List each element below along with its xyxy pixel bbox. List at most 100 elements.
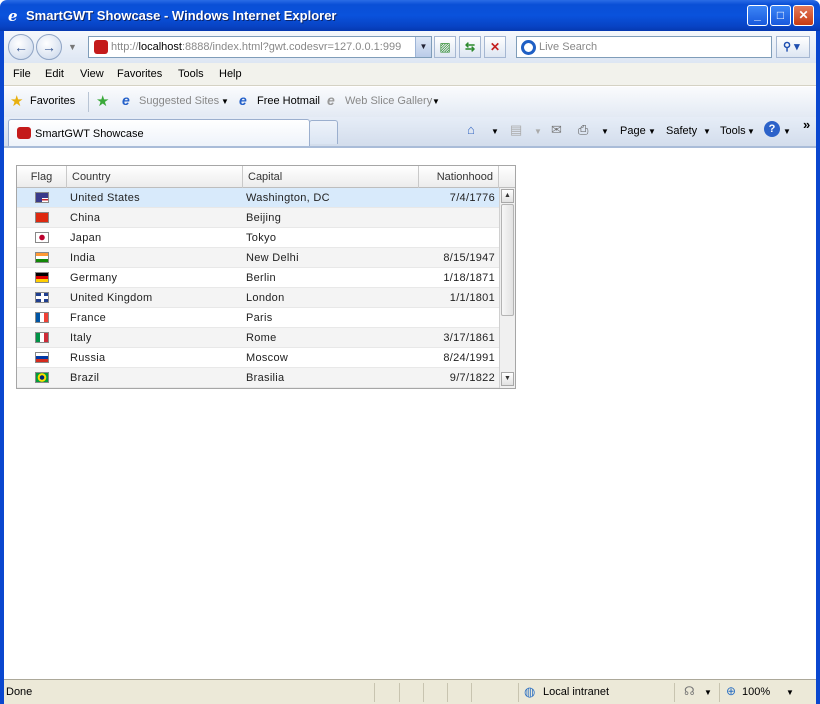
address-dropdown-icon[interactable]: ▼ (415, 37, 431, 57)
flag-de-icon (35, 272, 49, 283)
zoom-level[interactable]: 100% (742, 686, 770, 698)
flag-jp-icon (35, 232, 49, 243)
add-favorites-icon[interactable]: ★ (96, 92, 109, 110)
stop-button[interactable]: ✕ (484, 36, 506, 58)
table-row[interactable]: China Beijing (17, 208, 499, 228)
menu-help[interactable]: Help (219, 68, 242, 80)
page-menu[interactable]: Page (620, 125, 646, 137)
nationhood-cell: 8/15/1947 (443, 252, 495, 264)
print-dropdown-icon[interactable]: ▼ (601, 127, 609, 136)
window-title: SmartGWT Showcase - Windows Internet Exp… (26, 8, 337, 23)
scroll-up-arrow-icon[interactable]: ▲ (501, 189, 514, 203)
table-row[interactable]: France Paris (17, 308, 499, 328)
status-text: Done (6, 686, 33, 698)
country-cell: Germany (70, 272, 118, 284)
flag-cell (17, 328, 67, 348)
address-url: http://localhost:8888/index.html?gwt.cod… (111, 41, 402, 53)
ie-logo-icon: e (8, 7, 18, 23)
maximize-button[interactable]: □ (770, 5, 791, 26)
suggested-sites-link[interactable]: Suggested Sites (139, 95, 219, 107)
web-slice-dropdown-icon[interactable]: ▼ (432, 97, 440, 106)
flag-br-icon (35, 372, 49, 383)
table-row[interactable]: United Kingdom London 1/1/1801 (17, 288, 499, 308)
forward-button[interactable]: → (36, 34, 62, 60)
close-button[interactable]: ✕ (793, 5, 814, 26)
print-icon[interactable]: ⎙ (578, 122, 588, 138)
search-field[interactable]: Live Search (516, 36, 772, 58)
tab-smartgwt-showcase[interactable]: SmartGWT Showcase (8, 119, 310, 146)
menu-view[interactable]: View (80, 68, 104, 80)
svg-text:e: e (8, 7, 18, 23)
new-tab-button[interactable] (309, 120, 338, 144)
nationhood-cell: 3/17/1861 (443, 332, 495, 344)
table-row[interactable]: Brazil Brasilia 9/7/1822 (17, 368, 499, 388)
address-toolbar: ← → ▼ http://localhost:8888/index.html?g… (4, 31, 816, 63)
table-row[interactable]: Russia Moscow 8/24/1991 (17, 348, 499, 368)
flag-cell (17, 268, 67, 288)
safety-menu[interactable]: Safety (666, 125, 697, 137)
country-cell: Brazil (70, 372, 100, 384)
compatibility-view-icon: ▨ (439, 40, 451, 54)
table-row[interactable]: Germany Berlin 1/18/1871 (17, 268, 499, 288)
grid-vertical-scrollbar[interactable]: ▲ ▼ (499, 188, 515, 388)
content-border (4, 146, 816, 148)
web-slice-gallery-link[interactable]: Web Slice Gallery (345, 95, 432, 107)
separator (88, 92, 89, 112)
protected-mode-icon[interactable]: ☊ (684, 684, 695, 698)
minimize-button[interactable]: _ (747, 5, 768, 26)
feeds-dropdown-icon[interactable]: ▼ (534, 127, 542, 136)
table-row[interactable]: India New Delhi 8/15/1947 (17, 248, 499, 268)
flag-gb-icon (35, 292, 49, 303)
favorites-bar: ★ Favorites ★ e Suggested Sites ▼ e Free… (4, 87, 816, 117)
scroll-down-arrow-icon[interactable]: ▼ (501, 372, 514, 386)
protected-mode-dropdown-icon[interactable]: ▼ (704, 688, 712, 697)
tools-menu[interactable]: Tools (720, 125, 746, 137)
feeds-icon[interactable]: ▤ (510, 122, 522, 138)
status-divider (399, 683, 400, 702)
security-zone[interactable]: Local intranet (543, 686, 609, 698)
column-header-capital[interactable]: Capital (243, 166, 419, 188)
toolbar-chevron[interactable]: » (803, 117, 810, 132)
flag-cell (17, 308, 67, 328)
table-row[interactable]: Japan Tokyo (17, 228, 499, 248)
home-icon[interactable]: ⌂ (467, 122, 475, 137)
live-search-icon (521, 40, 536, 55)
flag-cell (17, 288, 67, 308)
flag-cell (17, 348, 67, 368)
country-cell: Russia (70, 352, 106, 364)
menu-favorites[interactable]: Favorites (117, 68, 162, 80)
column-header-nationhood[interactable]: Nationhood (419, 166, 499, 188)
zoom-dropdown-icon[interactable]: ▼ (786, 688, 794, 697)
menu-edit[interactable]: Edit (45, 68, 64, 80)
back-button[interactable]: ← (8, 34, 34, 60)
menu-file[interactable]: File (13, 68, 31, 80)
flag-cell (17, 248, 67, 268)
nationhood-cell (419, 228, 499, 248)
flag-cell (17, 228, 67, 248)
favorites-button[interactable]: Favorites (30, 95, 75, 107)
capital-cell: London (246, 292, 285, 304)
menu-tools[interactable]: Tools (178, 68, 204, 80)
countries-grid: Flag Country Capital Nationhood United S… (16, 165, 516, 389)
search-button[interactable]: ⚲ ▾ (776, 36, 810, 58)
tab-bar: SmartGWT Showcase ⌂ ▼ ▤ ▼ ✉ ⎙ ▼ Page ▼ S… (4, 117, 816, 146)
ie-page-icon: e (327, 92, 335, 108)
help-icon[interactable]: ? (764, 121, 780, 137)
status-divider (423, 683, 424, 702)
table-row[interactable]: Italy Rome 3/17/1861 (17, 328, 499, 348)
home-dropdown-icon[interactable]: ▼ (491, 127, 499, 136)
recent-pages-dropdown-icon[interactable]: ▼ (68, 42, 77, 52)
free-hotmail-link[interactable]: Free Hotmail (257, 95, 320, 107)
column-header-flag[interactable]: Flag (17, 166, 67, 188)
suggested-sites-dropdown-icon[interactable]: ▼ (221, 97, 229, 106)
refresh-button[interactable]: ⇆ (459, 36, 481, 58)
column-header-country[interactable]: Country (67, 166, 243, 188)
address-field[interactable]: http://localhost:8888/index.html?gwt.cod… (88, 36, 432, 58)
read-mail-icon[interactable]: ✉ (551, 122, 562, 138)
scroll-thumb[interactable] (501, 204, 514, 316)
favorites-star-icon: ★ (10, 93, 24, 110)
compatibility-view-button[interactable]: ▨ (434, 36, 456, 58)
table-row[interactable]: United States Washington, DC 7/4/1776 (17, 188, 499, 208)
window-frame-right (816, 31, 820, 704)
status-bar: Done ◍ Local intranet ☊ ▼ ⊕ 100% ▼ (4, 679, 816, 704)
